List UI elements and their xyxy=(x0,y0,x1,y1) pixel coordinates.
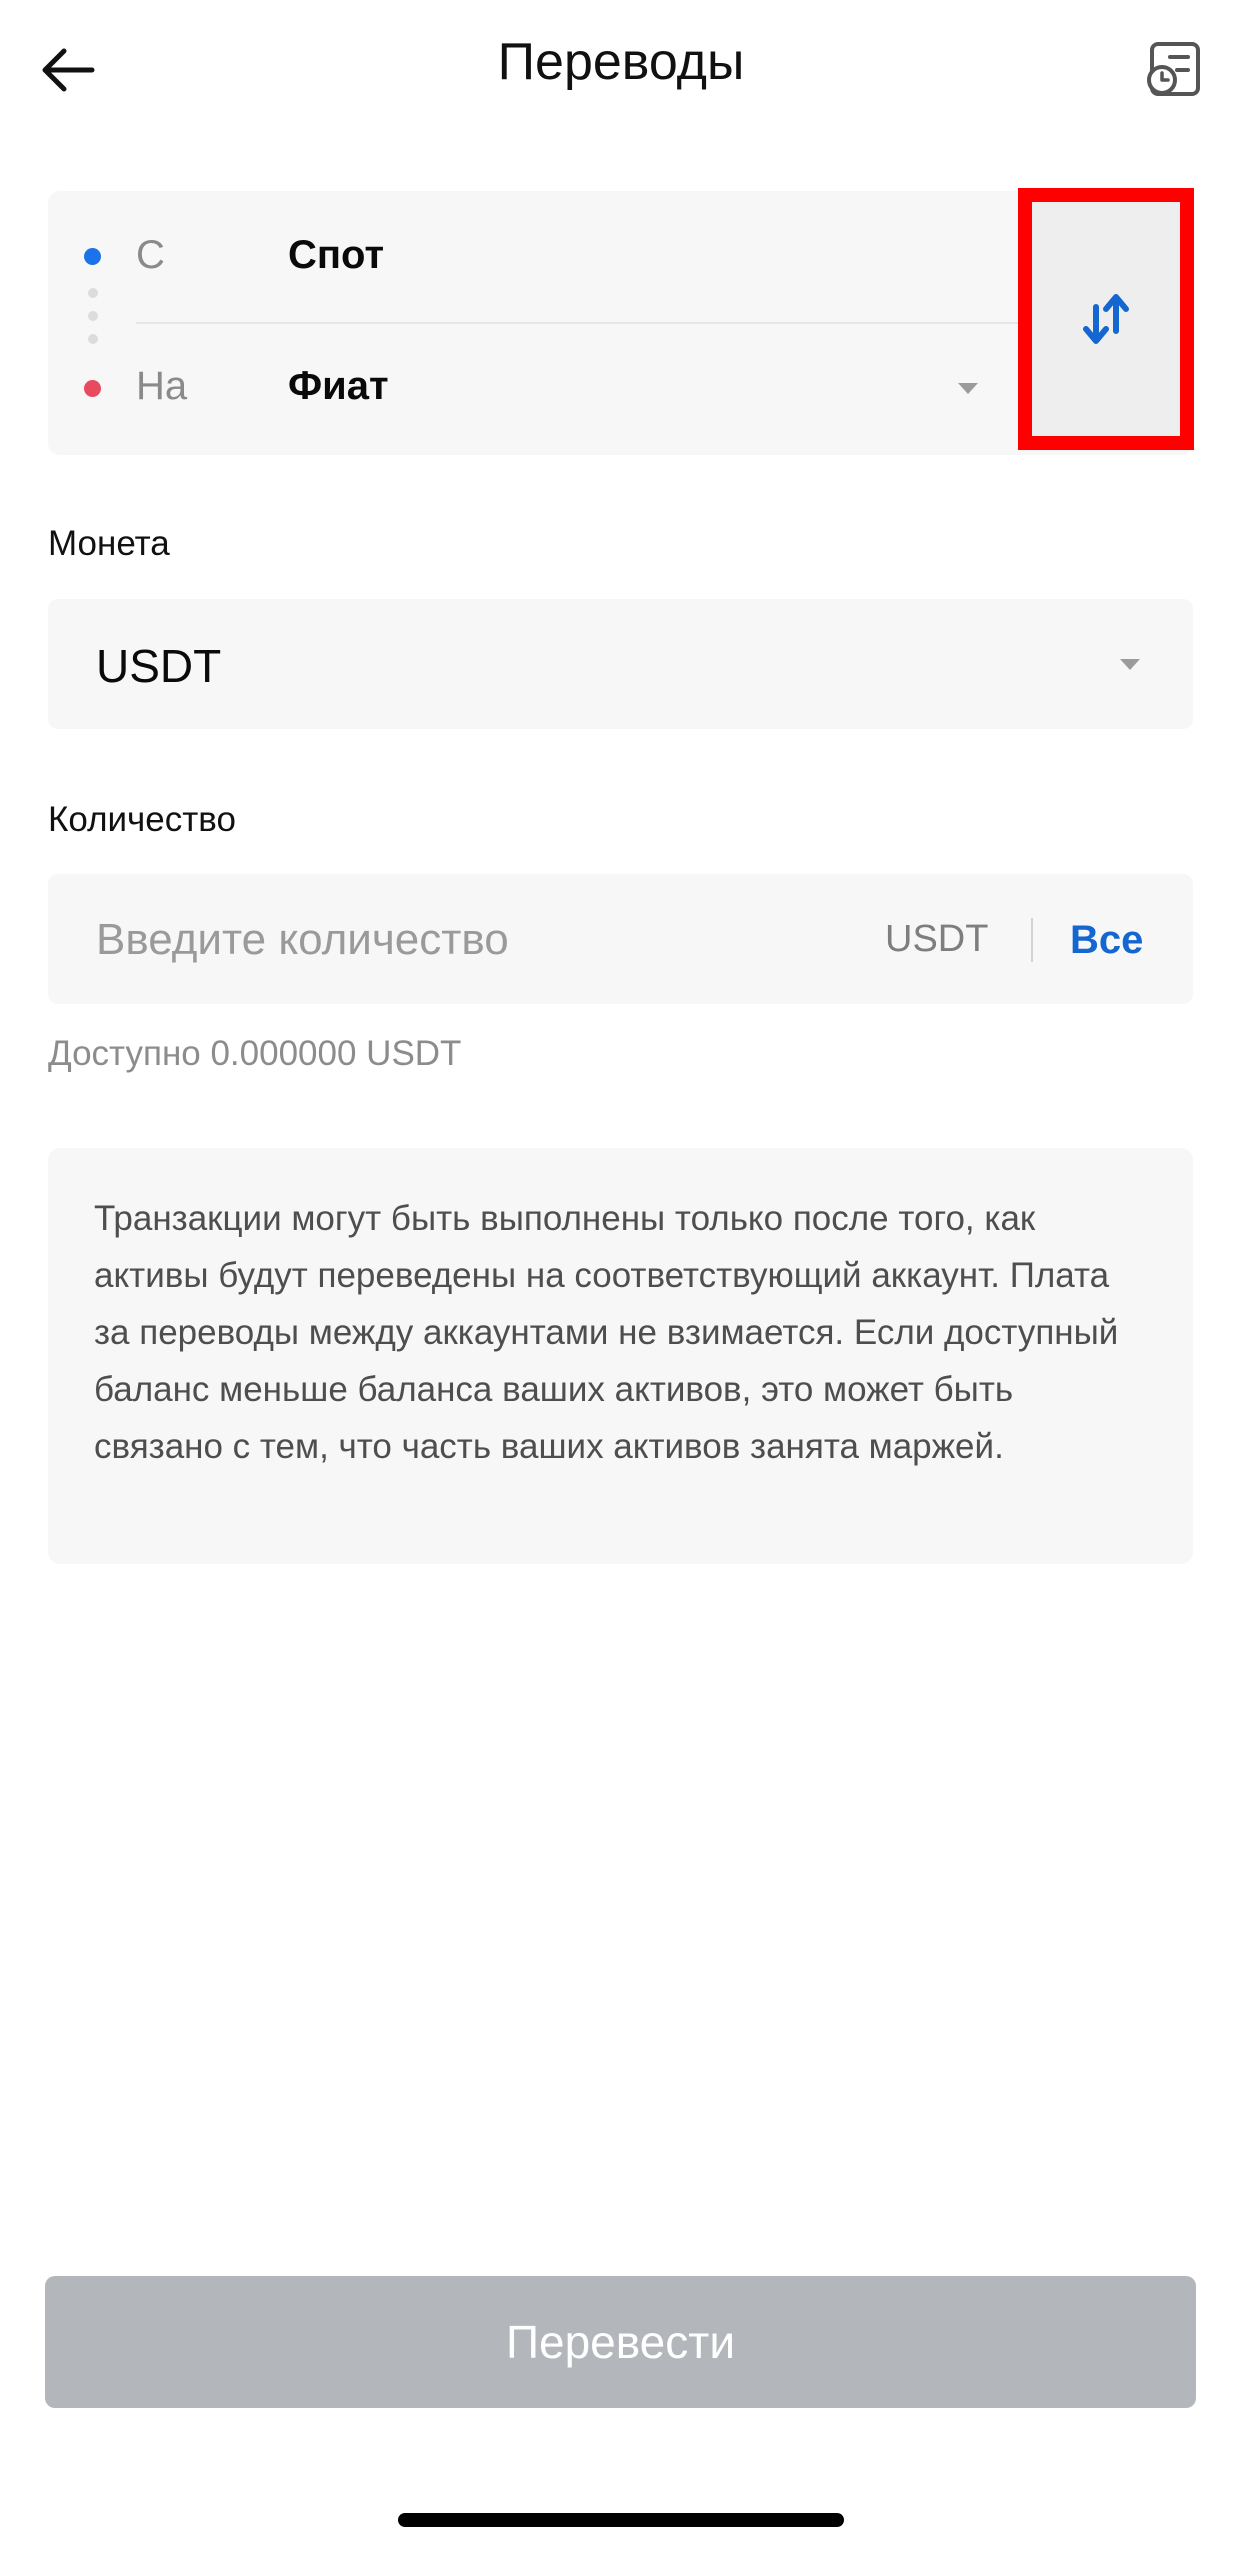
home-indicator[interactable] xyxy=(398,2513,844,2527)
page-title: Переводы xyxy=(497,33,745,91)
max-amount-button[interactable]: Все xyxy=(1070,918,1143,963)
amount-unit: USDT xyxy=(885,918,989,960)
transfer-history-icon xyxy=(1147,42,1200,96)
amount-label: Количество xyxy=(48,800,236,839)
amount-field: USDT Все xyxy=(48,874,1193,1004)
to-account-value: Фиат xyxy=(288,364,389,408)
divider xyxy=(136,322,1108,324)
divider xyxy=(1031,918,1033,962)
coin-select[interactable]: USDT xyxy=(48,599,1193,729)
info-notice: Транзакции могут быть выполнены только п… xyxy=(48,1148,1193,1564)
header: Переводы xyxy=(0,0,1242,140)
swap-arrows-icon xyxy=(1083,294,1129,344)
connector-dot xyxy=(88,334,98,344)
available-balance: Доступно 0.000000 USDT xyxy=(48,1034,462,1073)
to-label: На xyxy=(136,364,188,408)
chevron-down-icon xyxy=(958,383,978,394)
from-indicator-dot xyxy=(84,248,101,265)
transfer-submit-button[interactable]: Перевести xyxy=(45,2276,1196,2408)
amount-input[interactable] xyxy=(96,910,856,970)
coin-value: USDT xyxy=(96,640,222,692)
chevron-down-icon xyxy=(1120,659,1140,670)
connector-dot xyxy=(88,311,98,321)
info-text: Транзакции могут быть выполнены только п… xyxy=(94,1199,1119,1466)
to-indicator-dot xyxy=(84,380,101,397)
from-label: С xyxy=(136,233,165,277)
transfer-history-button[interactable] xyxy=(1134,30,1214,110)
swap-accounts-button[interactable] xyxy=(1018,188,1194,450)
coin-label: Монета xyxy=(48,524,170,563)
transfer-screen: Переводы С Спот На Фиат Монета USDT Коли… xyxy=(0,0,1242,2556)
from-account-value: Спот xyxy=(288,233,385,277)
connector-dot xyxy=(88,288,98,298)
